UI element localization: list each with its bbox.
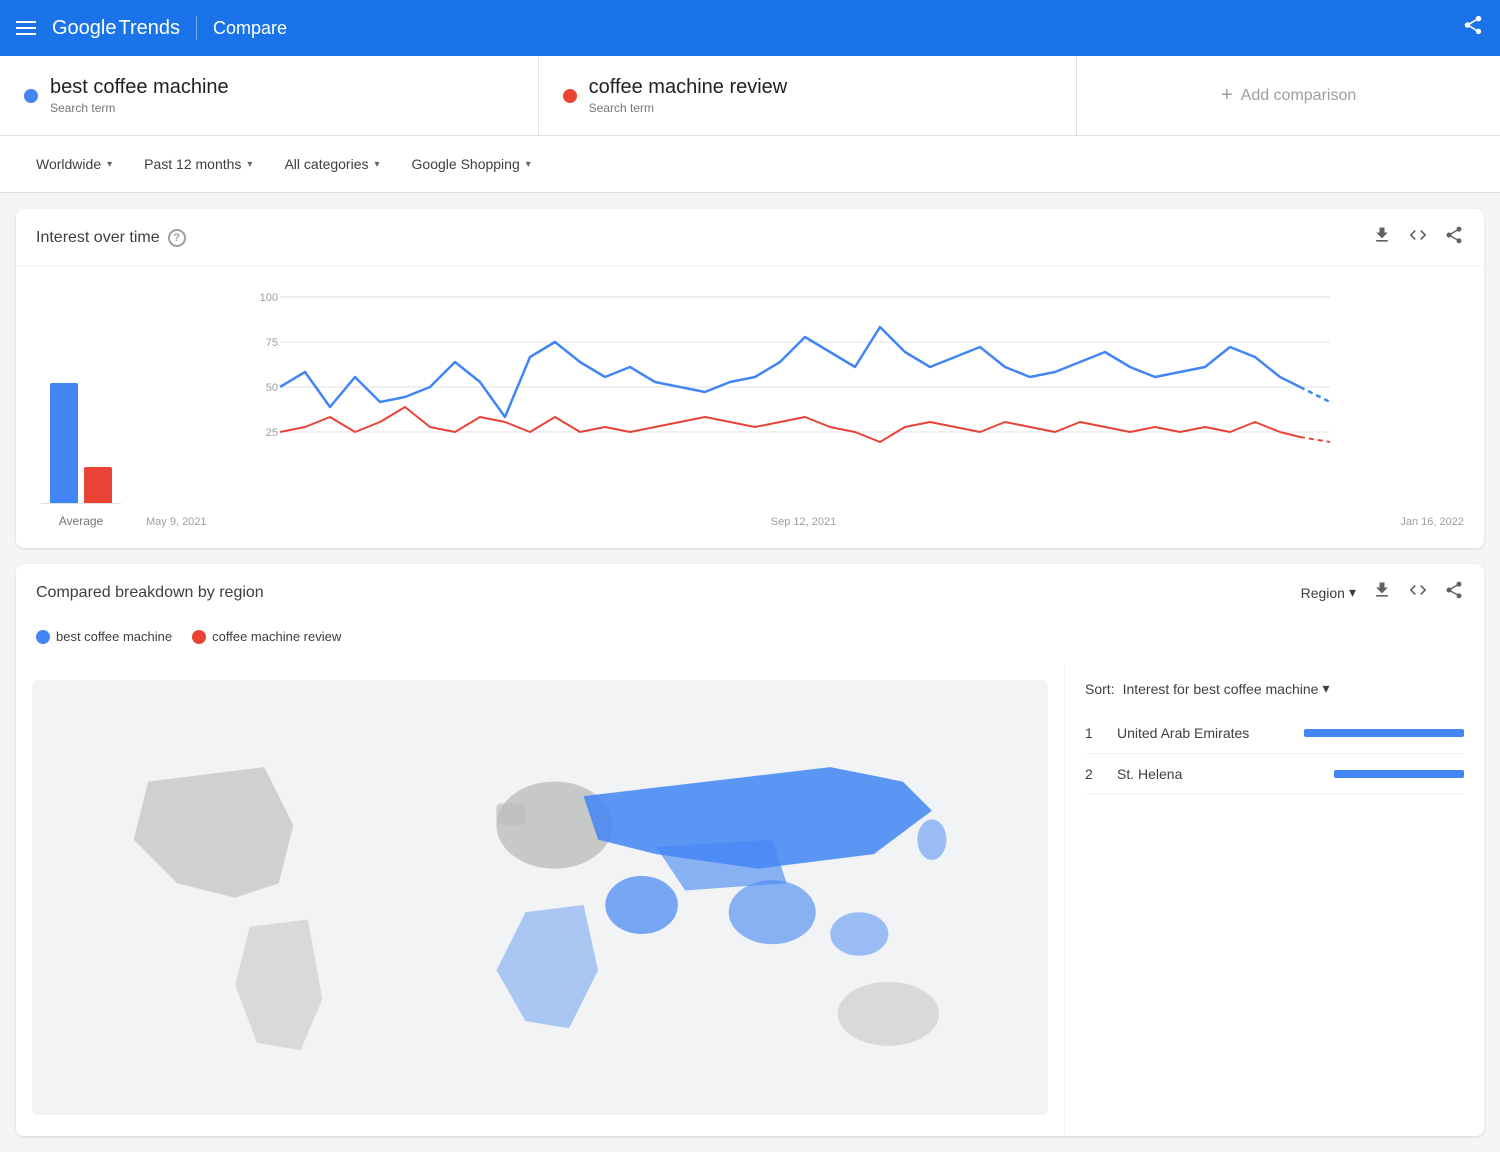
search-bar: best coffee machine Search term coffee m… bbox=[0, 56, 1500, 136]
filter-time[interactable]: Past 12 months ▾ bbox=[132, 148, 264, 180]
chart-svg: 100 75 50 25 bbox=[146, 287, 1464, 507]
term-1-label: best coffee machine bbox=[50, 76, 229, 99]
term-2-info: coffee machine review Search term bbox=[589, 76, 788, 115]
legend-dot-red bbox=[192, 630, 206, 644]
logo-trends: Trends bbox=[119, 17, 181, 40]
embed-icon[interactable] bbox=[1408, 225, 1428, 250]
x-label-2: Sep 12, 2021 bbox=[771, 516, 836, 528]
header-divider bbox=[196, 16, 197, 40]
share-icon[interactable] bbox=[1444, 225, 1464, 250]
average-section: Average bbox=[36, 343, 126, 528]
legend-item-2: coffee machine review bbox=[192, 629, 341, 644]
help-icon[interactable]: ? bbox=[168, 229, 186, 247]
chevron-down-icon: ▾ bbox=[107, 159, 112, 170]
share-icon-region[interactable] bbox=[1444, 580, 1464, 605]
sort-row: Sort: Interest for best coffee machine ▾ bbox=[1085, 680, 1464, 697]
rank-num-1: 1 bbox=[1085, 725, 1105, 741]
card-actions-interest bbox=[1372, 225, 1464, 250]
search-term-1[interactable]: best coffee machine Search term bbox=[0, 56, 539, 135]
sort-label: Sort: bbox=[1085, 681, 1115, 697]
sort-value: Interest for best coffee machine bbox=[1123, 681, 1319, 697]
embed-icon-region[interactable] bbox=[1408, 580, 1428, 605]
svg-text:75: 75 bbox=[266, 337, 278, 349]
filter-type-label: Google Shopping bbox=[412, 156, 520, 172]
legend-label-1: best coffee machine bbox=[56, 629, 172, 644]
download-icon[interactable] bbox=[1372, 225, 1392, 250]
x-label-3: Jan 16, 2022 bbox=[1400, 516, 1464, 528]
region-label: Region bbox=[1301, 585, 1345, 601]
plus-icon: + bbox=[1221, 84, 1233, 107]
avg-bar-blue bbox=[50, 383, 78, 503]
filter-bar: Worldwide ▾ Past 12 months ▾ All categor… bbox=[0, 136, 1500, 193]
filter-type[interactable]: Google Shopping ▾ bbox=[400, 148, 543, 180]
map-section bbox=[16, 664, 1064, 1136]
filter-geo[interactable]: Worldwide ▾ bbox=[24, 148, 124, 180]
svg-text:100: 100 bbox=[260, 292, 278, 304]
breakdown-card: Compared breakdown by region Region ▾ bbox=[16, 564, 1484, 1136]
region-card-header: Compared breakdown by region Region ▾ bbox=[16, 564, 1484, 621]
rank-bar-2 bbox=[1334, 770, 1464, 778]
region-select[interactable]: Region ▾ bbox=[1301, 584, 1356, 601]
term-2-sub: Search term bbox=[589, 101, 788, 115]
chart-x-labels: May 9, 2021 Sep 12, 2021 Jan 16, 2022 bbox=[146, 512, 1464, 528]
term-2-label: coffee machine review bbox=[589, 76, 788, 99]
hamburger-menu[interactable] bbox=[16, 21, 36, 35]
svg-text:50: 50 bbox=[266, 382, 278, 394]
legend-row: best coffee machine coffee machine revie… bbox=[16, 621, 1484, 652]
svg-text:25: 25 bbox=[266, 427, 278, 439]
term-1-info: best coffee machine Search term bbox=[50, 76, 229, 115]
avg-label: Average bbox=[59, 514, 103, 528]
legend-item-1: best coffee machine bbox=[36, 629, 172, 644]
ranking-item-1: 1 United Arab Emirates bbox=[1085, 713, 1464, 754]
line-chart: 100 75 50 25 May 9, 2021 Sep 12, 2021 bbox=[146, 287, 1464, 528]
header-left: Google Trends Compare bbox=[16, 16, 287, 40]
term-1-sub: Search term bbox=[50, 101, 229, 115]
filter-category-label: All categories bbox=[284, 156, 368, 172]
dot-blue-1 bbox=[24, 89, 38, 103]
download-icon-region[interactable] bbox=[1372, 580, 1392, 605]
share-icon-header[interactable] bbox=[1462, 14, 1484, 42]
interest-over-time-card: Interest over time ? bbox=[16, 209, 1484, 548]
region-controls: Region ▾ bbox=[1301, 580, 1464, 605]
avg-bar-red bbox=[84, 467, 112, 503]
rank-bar-1 bbox=[1304, 729, 1464, 737]
rank-name-2: St. Helena bbox=[1117, 766, 1322, 782]
add-comparison-button[interactable]: + Add comparison bbox=[1077, 56, 1500, 135]
legend-dot-blue bbox=[36, 630, 50, 644]
chevron-down-icon-4: ▾ bbox=[526, 159, 531, 170]
logo: Google Trends bbox=[52, 17, 180, 40]
card-title-row: Interest over time ? bbox=[36, 229, 186, 247]
rank-num-2: 2 bbox=[1085, 766, 1105, 782]
header: Google Trends Compare bbox=[0, 0, 1500, 56]
breakdown-title: Compared breakdown by region bbox=[36, 584, 264, 602]
filter-category[interactable]: All categories ▾ bbox=[272, 148, 391, 180]
chevron-down-icon-2: ▾ bbox=[247, 159, 252, 170]
search-term-2[interactable]: coffee machine review Search term bbox=[539, 56, 1078, 135]
card-title-interest: Interest over time bbox=[36, 229, 160, 247]
filter-time-label: Past 12 months bbox=[144, 156, 241, 172]
rankings-section: Sort: Interest for best coffee machine ▾… bbox=[1064, 664, 1484, 1136]
add-comparison-label: Add comparison bbox=[1241, 87, 1357, 105]
chart-area: Average 100 75 50 25 bbox=[16, 267, 1484, 548]
filter-geo-label: Worldwide bbox=[36, 156, 101, 172]
region-content: Sort: Interest for best coffee machine ▾… bbox=[16, 664, 1484, 1136]
dot-red-2 bbox=[563, 89, 577, 103]
avg-bars bbox=[50, 343, 112, 503]
card-header-interest: Interest over time ? bbox=[16, 209, 1484, 267]
logo-google: Google bbox=[52, 17, 117, 40]
sort-dropdown[interactable]: Interest for best coffee machine ▾ bbox=[1123, 680, 1330, 697]
ranking-item-2: 2 St. Helena bbox=[1085, 754, 1464, 795]
legend-label-2: coffee machine review bbox=[212, 629, 341, 644]
rank-name-1: United Arab Emirates bbox=[1117, 725, 1292, 741]
chevron-down-icon-3: ▾ bbox=[375, 159, 380, 170]
chevron-down-icon-region: ▾ bbox=[1349, 584, 1356, 601]
world-map-svg bbox=[32, 680, 1048, 1115]
x-label-1: May 9, 2021 bbox=[146, 516, 207, 528]
main-content: Interest over time ? bbox=[0, 193, 1500, 1152]
avg-baseline bbox=[41, 503, 121, 504]
header-compare-label: Compare bbox=[213, 18, 287, 39]
chevron-down-icon-sort: ▾ bbox=[1322, 680, 1329, 697]
